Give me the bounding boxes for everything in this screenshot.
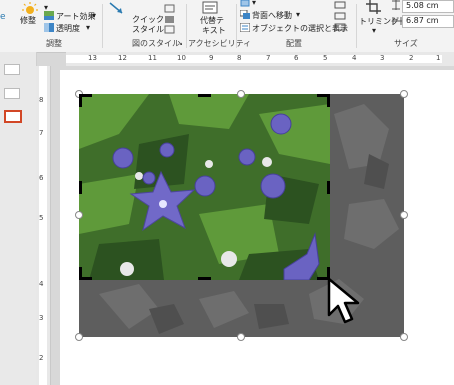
sun-icon	[22, 2, 38, 14]
bring-forward-button[interactable]: ▾	[252, 0, 256, 7]
ruler-tick-label: 4	[39, 280, 44, 288]
ruler-tick-label: 2	[39, 354, 44, 362]
resize-handle[interactable]	[400, 90, 408, 98]
ruler-tick-label: 2	[409, 54, 414, 62]
resize-handle[interactable]	[75, 333, 83, 341]
ribbon-edge-label: e	[0, 12, 6, 22]
size-group-label: サイズ	[394, 39, 418, 48]
resize-handle[interactable]	[237, 333, 245, 341]
ribbon-separator	[356, 4, 357, 48]
vertical-ruler: 8 7 6 5 4 3 2	[36, 66, 51, 385]
ruler-tick-label: 1	[436, 54, 441, 62]
send-backward-icon	[240, 10, 250, 19]
ribbon: e 修整 ▾ アート効果 ▾ 透明度 ▾ 調整 クイック スタイル 図のスタイル…	[0, 0, 454, 53]
ruler-tick-label: 7	[39, 129, 44, 137]
transparency-button[interactable]: 透明度	[56, 23, 80, 34]
picture[interactable]	[79, 94, 330, 280]
resize-handle[interactable]	[237, 90, 245, 98]
ruler-tick-label: 12	[118, 54, 127, 62]
styles-group-label: 図のスタイル	[132, 39, 180, 48]
slide-thumbnail-pane	[0, 52, 37, 385]
ruler-tick-label: 11	[148, 54, 157, 62]
ribbon-separator	[102, 4, 103, 48]
ruler-tick-label: 7	[266, 54, 271, 62]
ruler-tick-label: 8	[39, 96, 44, 104]
bring-forward-icon[interactable]	[240, 0, 250, 8]
ribbon-separator	[236, 4, 237, 48]
quick-style-label-2[interactable]: スタイル	[132, 24, 164, 35]
picture-border-icons[interactable]	[164, 4, 178, 34]
width-icon	[392, 17, 402, 25]
ruler-tick-label: 4	[352, 54, 357, 62]
height-value: 5.08 cm	[406, 1, 439, 10]
ruler-tick-label: 5	[39, 214, 44, 222]
height-icon	[392, 0, 400, 10]
correction-button[interactable]: 修整	[20, 15, 36, 26]
styles-launcher-icon[interactable]: ↘	[177, 39, 183, 47]
width-value: 6.87 cm	[406, 16, 439, 25]
art-effects-button[interactable]: アート効果	[56, 11, 96, 22]
horizontal-ruler: 13 12 11 10 9 8 7 6 5 4 3 2 1	[66, 52, 454, 67]
align-icons[interactable]	[334, 0, 346, 32]
ruler-tick-label: 5	[323, 54, 328, 62]
slide-thumbnail[interactable]	[4, 64, 20, 75]
transparency-icon	[44, 23, 54, 32]
ruler-tick-label: 3	[39, 314, 44, 322]
resize-handle[interactable]	[400, 211, 408, 219]
ruler-tick-label: 6	[294, 54, 299, 62]
slide-thumbnail[interactable]	[4, 88, 20, 99]
alt-text-icon	[202, 1, 218, 14]
ruler-tick-label: 9	[209, 54, 214, 62]
ruler-tick-label: 3	[380, 54, 385, 62]
arrow-icon	[109, 2, 123, 14]
resize-handle[interactable]	[400, 333, 408, 341]
send-backward-button[interactable]: 背面へ移動	[252, 10, 292, 21]
resize-handle[interactable]	[75, 211, 83, 219]
slide-thumbnail-selected[interactable]	[4, 110, 22, 123]
alt-text-label-2[interactable]: キスト	[202, 25, 226, 36]
ruler-tick-label: 6	[39, 174, 44, 182]
crop-icon	[366, 0, 381, 14]
accessibility-group-label: アクセシビリティ	[188, 39, 252, 48]
art-effects-dropdown-icon[interactable]: ▾	[92, 11, 96, 20]
send-backward-dropdown-icon[interactable]: ▾	[296, 10, 300, 19]
selection-pane-icon	[240, 23, 250, 32]
trim-dropdown-icon[interactable]: ▾	[372, 26, 376, 35]
ribbon-separator	[186, 4, 187, 48]
height-field[interactable]: 5.08 cm	[402, 0, 454, 13]
ruler-tick-label: 10	[177, 54, 186, 62]
width-field[interactable]: 6.87 cm	[402, 15, 454, 28]
arrange-group-label: 配置	[286, 39, 302, 48]
ruler-tick-label: 13	[88, 54, 97, 62]
adjust-group-label: 調整	[46, 39, 62, 48]
art-effects-icon	[44, 11, 54, 20]
ruler-tick-label: 8	[237, 54, 242, 62]
mouse-pointer-icon	[327, 277, 360, 324]
transparency-dropdown-icon[interactable]: ▾	[86, 23, 90, 32]
